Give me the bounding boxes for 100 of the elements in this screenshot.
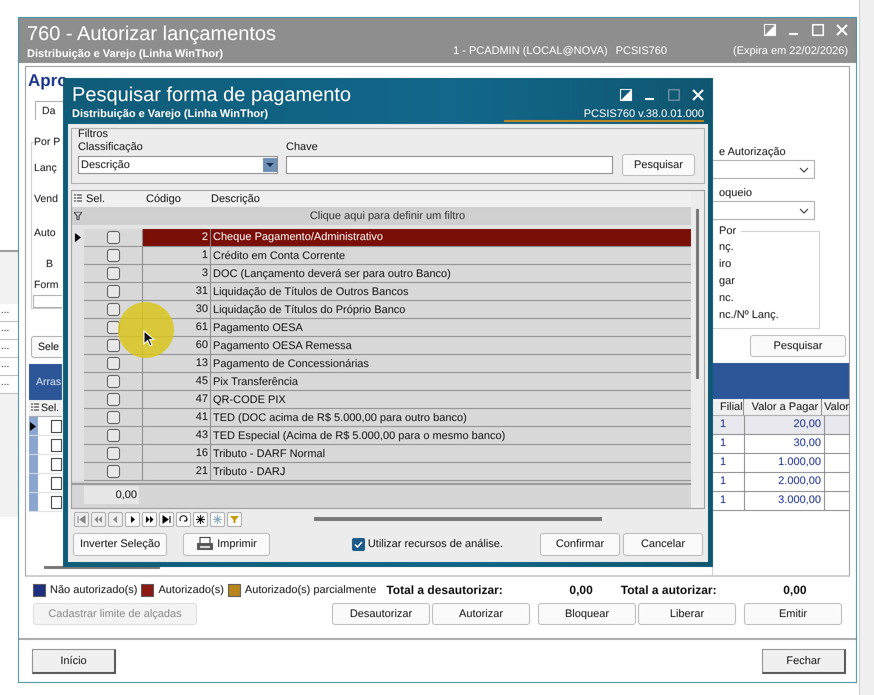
restore-icon[interactable] — [764, 24, 776, 36]
checkbox[interactable] — [106, 393, 120, 406]
checkbox[interactable] — [50, 458, 62, 470]
last-nav-button[interactable] — [159, 512, 174, 526]
order-option[interactable]: iro — [713, 258, 819, 271]
star-nav-button[interactable] — [193, 512, 208, 526]
search-button[interactable]: Pesquisar — [622, 154, 695, 176]
dialog-title: Pesquisar forma de pagamento — [72, 84, 352, 107]
checkbox[interactable] — [50, 420, 62, 432]
checkbox[interactable] — [352, 538, 365, 550]
select-button[interactable]: Sele — [31, 336, 62, 358]
action-button[interactable]: Bloquear — [538, 603, 636, 625]
checkbox[interactable] — [106, 249, 120, 262]
ellipsis-button[interactable]: ... — [0, 376, 18, 394]
close-button[interactable]: Fechar — [762, 648, 846, 674]
user-info: 1 - PCADMIN (LOCAL@NOVA) — [453, 45, 608, 57]
refresh-nav-button[interactable] — [176, 512, 191, 526]
field-label: Form — [34, 279, 60, 291]
table-row[interactable]: 31 Liquidação de Títulos de Outros Bancos — [72, 283, 691, 301]
checkbox[interactable] — [106, 447, 120, 460]
table-cell: 21 — [143, 463, 211, 480]
classification-dropdown[interactable]: Descrição — [78, 156, 278, 174]
table-row[interactable]: 13 Pagamento de Concessionárias — [72, 355, 691, 373]
action-button[interactable]: Liberar — [638, 603, 736, 625]
table-row[interactable]: 60 Pagamento OESA Remessa — [72, 337, 691, 355]
field-label: e Autorização — [718, 146, 787, 158]
table-cell-text: TED Especial (Acima de R$ 5.000,00 para o mesmo banco) — [212, 430, 506, 442]
order-option[interactable]: gar — [713, 275, 819, 288]
group-title: Por — [713, 225, 741, 237]
columns-icon[interactable] — [74, 194, 82, 204]
next-icon — [128, 514, 137, 524]
checkbox[interactable] — [106, 375, 120, 388]
print-button[interactable]: Imprimir — [183, 532, 270, 556]
maximize-icon[interactable] — [812, 24, 824, 36]
action-button[interactable]: Desautorizar — [332, 603, 430, 625]
order-option[interactable]: nc. — [713, 292, 819, 305]
table-row[interactable]: 16 Tributo - DARF Normal — [72, 445, 691, 463]
key-field[interactable] — [286, 156, 613, 174]
table-row[interactable]: 1 20,00 — [713, 416, 849, 435]
order-option[interactable]: nc./Nº Lanç. — [713, 309, 819, 322]
checkbox[interactable] — [106, 303, 120, 316]
action-button[interactable]: Emitir — [744, 603, 842, 625]
input-field[interactable] — [33, 295, 62, 308]
scrollbar-thumb[interactable] — [314, 517, 602, 521]
order-option[interactable]: nç. — [713, 241, 819, 254]
column-header[interactable]: Código — [144, 193, 209, 205]
row-pointer-icon — [30, 422, 36, 430]
column-header[interactable]: Descrição — [209, 193, 691, 205]
ellipsis-button[interactable]: ... — [0, 358, 18, 376]
checkbox[interactable] — [50, 496, 62, 508]
table-row[interactable]: 47 QR-CODE PIX — [72, 391, 691, 409]
column-header[interactable]: Sel. — [84, 193, 144, 205]
action-button[interactable]: Autorizar — [432, 603, 530, 625]
checkbox[interactable] — [106, 339, 120, 352]
table-row[interactable]: 41 TED (DOC acima de R$ 5.000,00 para outro banco) — [72, 409, 691, 427]
next-nav-button[interactable] — [125, 512, 140, 526]
table-row[interactable]: 43 TED Especial (Acima de R$ 5.000,00 para o mesmo banco) — [72, 427, 691, 445]
table-row[interactable]: 21 Tributo - DARJ — [72, 463, 691, 481]
sum-cell: 0,00 — [84, 486, 139, 504]
prev-page-icon — [94, 514, 103, 524]
table-row[interactable]: 1 Crédito em Conta Corrente — [72, 247, 691, 265]
ellipsis-button[interactable]: ... — [0, 340, 18, 358]
first-nav-button[interactable] — [74, 512, 89, 526]
filter-icon[interactable] — [74, 212, 82, 220]
table-row[interactable]: 2 Cheque Pagamento/Administrativo — [72, 229, 691, 247]
cancel-button[interactable]: Cancelar — [623, 532, 703, 556]
table-row[interactable]: 3 DOC (Lançamento deverá ser para outro Banco) — [72, 265, 691, 283]
checkbox[interactable] — [106, 231, 120, 244]
restore-icon[interactable] — [620, 89, 632, 101]
next-page-icon — [145, 514, 154, 524]
star-faded-nav-button[interactable] — [210, 512, 225, 526]
star-faded-icon — [213, 514, 222, 524]
search-button[interactable]: Pesquisar — [750, 335, 846, 357]
table-row[interactable]: 45 Pix Transferência — [72, 373, 691, 391]
invert-selection-button[interactable]: Inverter Seleção — [73, 532, 168, 556]
scrollbar[interactable] — [859, 0, 874, 695]
checkbox[interactable] — [106, 321, 120, 334]
next-page-nav-button[interactable] — [142, 512, 157, 526]
row-indicator — [29, 455, 38, 473]
table-cell-text: Pagamento OESA Remessa — [212, 340, 353, 352]
prev-page-nav-button[interactable] — [91, 512, 106, 526]
ellipsis-button[interactable]: ... — [0, 322, 18, 340]
ellipsis-button[interactable]: ... — [0, 304, 18, 322]
scrollbar-thumb[interactable] — [696, 209, 699, 379]
maximize-icon — [668, 89, 680, 101]
table-cell: Cheque Pagamento/Administrativo — [211, 229, 691, 246]
table-row[interactable]: 30 Liquidação de Títulos do Próprio Banco — [72, 301, 691, 319]
confirm-button[interactable]: Confirmar — [540, 532, 620, 556]
start-button[interactable]: Início — [32, 648, 116, 674]
close-icon[interactable] — [692, 89, 704, 101]
checkbox[interactable] — [50, 476, 62, 490]
checkbox[interactable] — [106, 285, 120, 298]
checkbox[interactable] — [106, 411, 120, 424]
table-row[interactable]: 61 Pagamento OESA — [72, 319, 691, 337]
checkbox[interactable] — [106, 465, 120, 478]
checkbox[interactable] — [106, 357, 120, 370]
checkbox[interactable] — [106, 267, 120, 280]
columns-icon[interactable] — [31, 403, 39, 413]
checkbox[interactable] — [50, 438, 62, 452]
checkbox[interactable] — [106, 429, 120, 442]
